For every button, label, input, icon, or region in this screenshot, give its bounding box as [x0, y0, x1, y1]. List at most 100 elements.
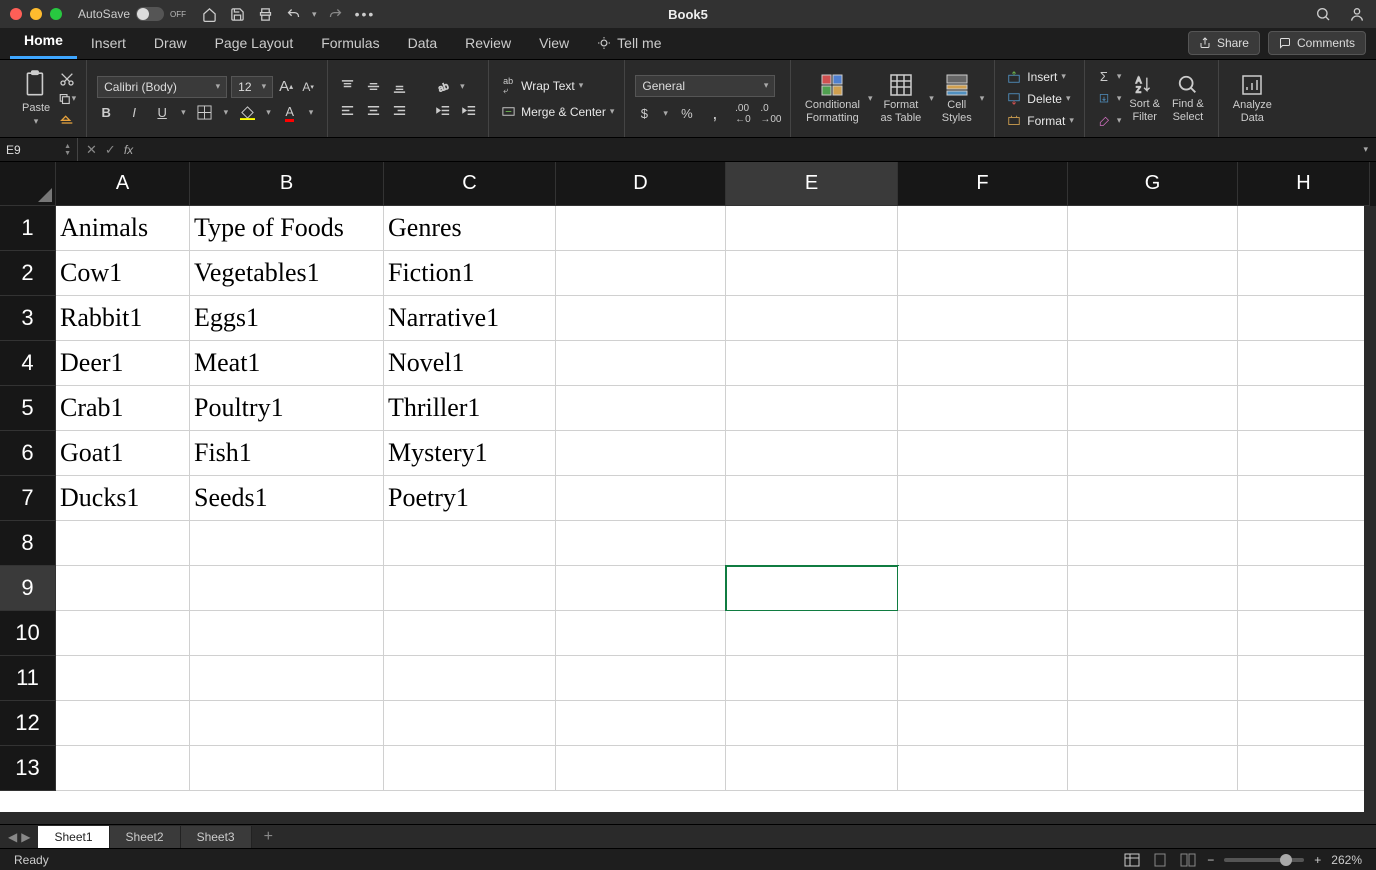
cell-A6[interactable]: Goat1 — [56, 431, 190, 476]
format-as-table-button[interactable]: Format as Table — [876, 71, 925, 125]
cell-E9[interactable] — [726, 566, 898, 611]
fill-color-icon[interactable] — [238, 104, 256, 122]
row-header-11[interactable]: 11 — [0, 656, 56, 701]
italic-icon[interactable]: I — [125, 104, 143, 122]
bold-icon[interactable]: B — [97, 104, 115, 122]
tab-draw[interactable]: Draw — [140, 29, 201, 59]
cell-E1[interactable] — [726, 206, 898, 251]
redo-icon[interactable] — [327, 5, 345, 23]
column-header-B[interactable]: B — [190, 162, 384, 206]
align-middle-icon[interactable] — [364, 78, 382, 96]
add-sheet-button[interactable]: + — [252, 828, 285, 846]
cell-H5[interactable] — [1238, 386, 1370, 431]
select-all-corner[interactable] — [0, 162, 56, 206]
cell-A7[interactable]: Ducks1 — [56, 476, 190, 521]
cell-F4[interactable] — [898, 341, 1068, 386]
sheet-nav-next-icon[interactable]: ▶ — [21, 830, 30, 844]
sheet-nav-prev-icon[interactable]: ◀ — [8, 830, 17, 844]
cell-B11[interactable] — [190, 656, 384, 701]
cell-B10[interactable] — [190, 611, 384, 656]
cell-C3[interactable]: Narrative1 — [384, 296, 556, 341]
cell-G12[interactable] — [1068, 701, 1238, 746]
cell-C9[interactable] — [384, 566, 556, 611]
cell-B2[interactable]: Vegetables1 — [190, 251, 384, 296]
row-header-7[interactable]: 7 — [0, 476, 56, 521]
merge-center-button[interactable]: Merge & Center▾ — [499, 103, 614, 121]
cell-F13[interactable] — [898, 746, 1068, 791]
autosum-button[interactable]: Σ▾ — [1095, 68, 1122, 86]
fx-icon[interactable]: fx — [124, 143, 133, 157]
tab-formulas[interactable]: Formulas — [307, 29, 393, 59]
cell-H4[interactable] — [1238, 341, 1370, 386]
cell-H1[interactable] — [1238, 206, 1370, 251]
save-icon[interactable] — [228, 5, 246, 23]
cell-G3[interactable] — [1068, 296, 1238, 341]
cell-A1[interactable]: Animals — [56, 206, 190, 251]
cell-G9[interactable] — [1068, 566, 1238, 611]
column-header-E[interactable]: E — [726, 162, 898, 206]
cell-F7[interactable] — [898, 476, 1068, 521]
increase-decimal-icon[interactable]: .00←0 — [734, 105, 752, 123]
border-icon[interactable] — [196, 104, 214, 122]
wrap-text-button[interactable]: ab⤶ Wrap Text▾ — [499, 77, 583, 95]
cell-H8[interactable] — [1238, 521, 1370, 566]
cell-D2[interactable] — [556, 251, 726, 296]
cell-C13[interactable] — [384, 746, 556, 791]
cell-E5[interactable] — [726, 386, 898, 431]
cell-A8[interactable] — [56, 521, 190, 566]
cell-G4[interactable] — [1068, 341, 1238, 386]
row-header-10[interactable]: 10 — [0, 611, 56, 656]
overflow-icon[interactable]: ••• — [355, 6, 376, 22]
cell-H11[interactable] — [1238, 656, 1370, 701]
row-header-12[interactable]: 12 — [0, 701, 56, 746]
analyze-data-button[interactable]: Analyze Data — [1229, 71, 1276, 125]
cell-F1[interactable] — [898, 206, 1068, 251]
cell-styles-button[interactable]: Cell Styles — [938, 71, 976, 125]
cell-G5[interactable] — [1068, 386, 1238, 431]
row-header-6[interactable]: 6 — [0, 431, 56, 476]
cell-E11[interactable] — [726, 656, 898, 701]
cell-H13[interactable] — [1238, 746, 1370, 791]
cell-D7[interactable] — [556, 476, 726, 521]
cell-C1[interactable]: Genres — [384, 206, 556, 251]
cell-D4[interactable] — [556, 341, 726, 386]
column-header-A[interactable]: A — [56, 162, 190, 206]
row-header-8[interactable]: 8 — [0, 521, 56, 566]
page-break-view-icon[interactable] — [1179, 851, 1197, 869]
zoom-out-button[interactable]: − — [1207, 853, 1214, 867]
home-icon[interactable] — [200, 5, 218, 23]
align-right-icon[interactable] — [390, 102, 408, 120]
row-header-3[interactable]: 3 — [0, 296, 56, 341]
cell-E2[interactable] — [726, 251, 898, 296]
number-format-select[interactable]: General▾ — [635, 75, 775, 97]
undo-dropdown-icon[interactable]: ▾ — [312, 9, 317, 20]
cell-C10[interactable] — [384, 611, 556, 656]
name-box[interactable]: E9▲▼ — [0, 138, 78, 161]
cell-B12[interactable] — [190, 701, 384, 746]
cell-A5[interactable]: Crab1 — [56, 386, 190, 431]
cell-D11[interactable] — [556, 656, 726, 701]
cell-C2[interactable]: Fiction1 — [384, 251, 556, 296]
align-left-icon[interactable] — [338, 102, 356, 120]
cell-E6[interactable] — [726, 431, 898, 476]
search-icon[interactable] — [1314, 5, 1332, 23]
cell-G7[interactable] — [1068, 476, 1238, 521]
comma-icon[interactable]: , — [706, 105, 724, 123]
zoom-slider[interactable] — [1224, 858, 1304, 862]
cell-D8[interactable] — [556, 521, 726, 566]
font-size-select[interactable]: 12▾ — [231, 76, 273, 98]
cell-C8[interactable] — [384, 521, 556, 566]
decrease-indent-icon[interactable] — [434, 102, 452, 120]
cell-D3[interactable] — [556, 296, 726, 341]
cell-C4[interactable]: Novel1 — [384, 341, 556, 386]
cell-G13[interactable] — [1068, 746, 1238, 791]
cell-F9[interactable] — [898, 566, 1068, 611]
sheet-tab-sheet3[interactable]: Sheet3 — [181, 826, 252, 848]
cell-B3[interactable]: Eggs1 — [190, 296, 384, 341]
cell-B6[interactable]: Fish1 — [190, 431, 384, 476]
cell-B1[interactable]: Type of Foods — [190, 206, 384, 251]
cell-F8[interactable] — [898, 521, 1068, 566]
cell-A2[interactable]: Cow1 — [56, 251, 190, 296]
zoom-value[interactable]: 262% — [1331, 853, 1362, 867]
cell-H3[interactable] — [1238, 296, 1370, 341]
